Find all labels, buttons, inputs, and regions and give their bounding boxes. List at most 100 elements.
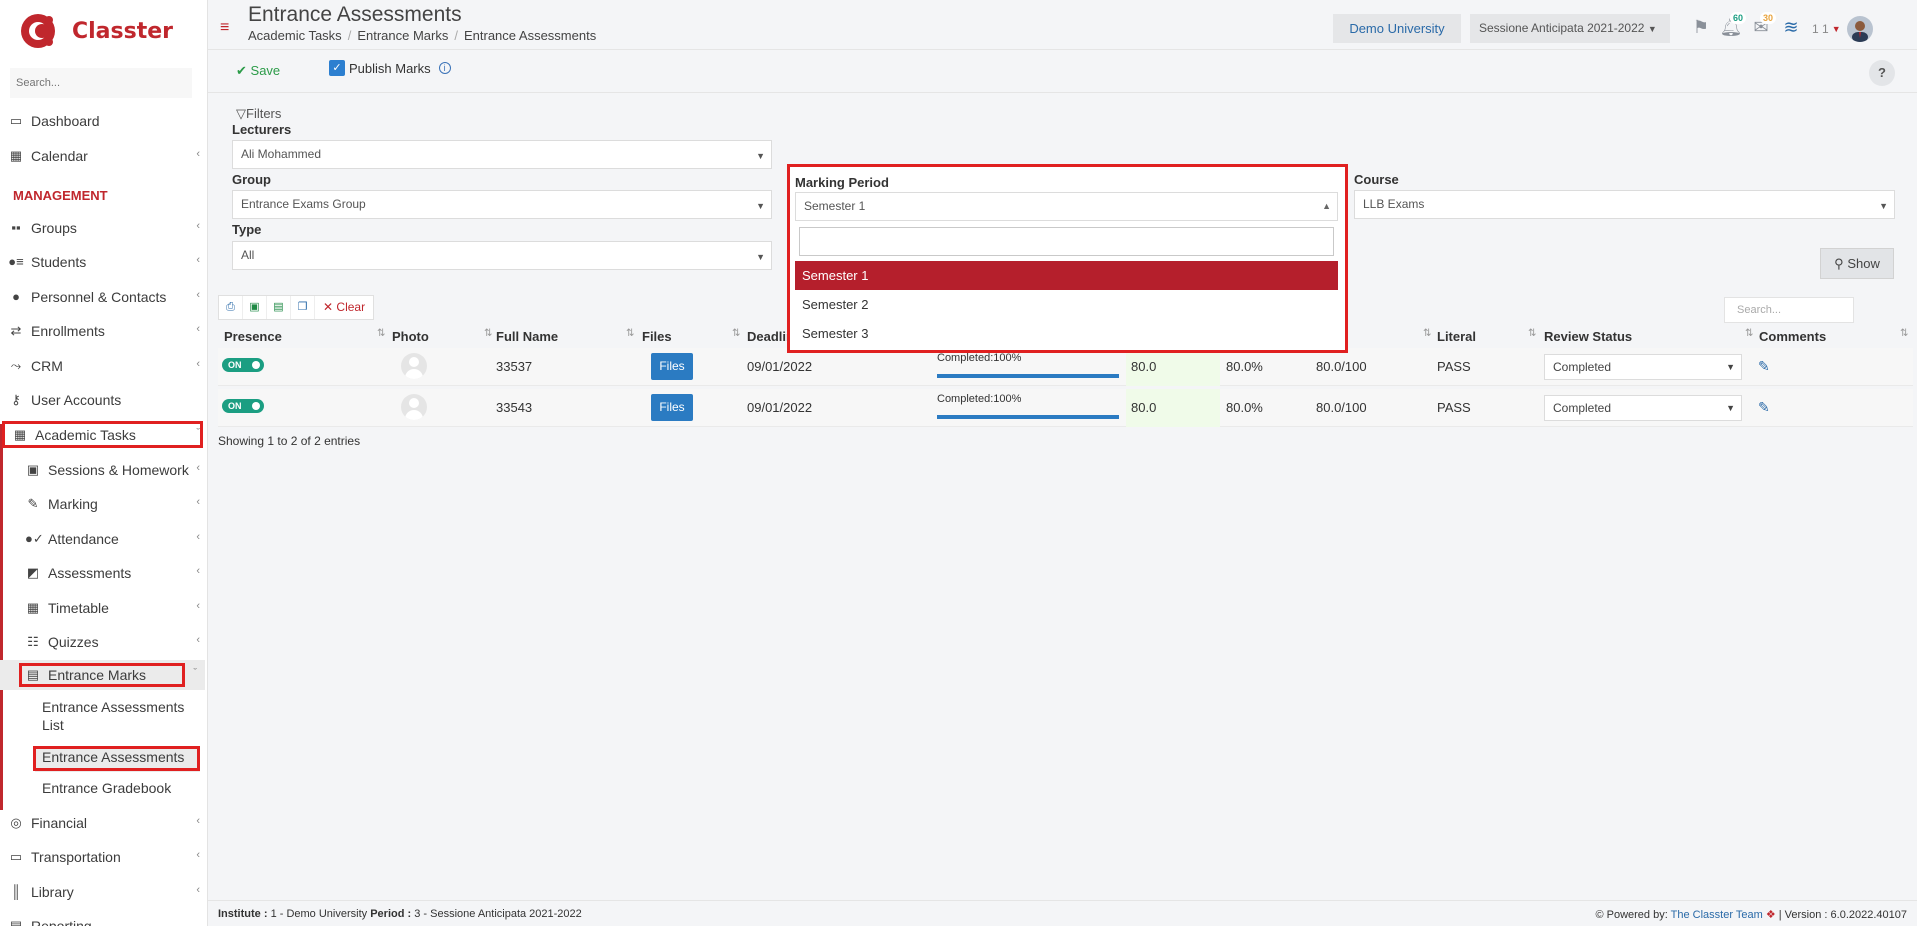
files-button[interactable]: Files — [651, 394, 693, 421]
column-header-photo[interactable]: Photo — [392, 329, 429, 344]
sidebar-item-library[interactable]: ║ Library ‹ — [0, 877, 208, 907]
sort-icon[interactable]: ⇅ — [1900, 328, 1908, 339]
user-avatar[interactable] — [1846, 16, 1873, 42]
sidebar-search-input[interactable] — [10, 68, 192, 98]
marking-period-option[interactable]: Semester 2 — [795, 290, 1338, 319]
sidebar-item-quizzes[interactable]: ☷ Quizzes ‹ — [0, 627, 208, 657]
breadcrumb-item[interactable]: Academic Tasks — [248, 28, 342, 43]
sidebar-item-crm[interactable]: ⤳ CRM ‹ — [0, 351, 208, 381]
column-header-review-status[interactable]: Review Status — [1544, 329, 1632, 344]
sidebar-item-transportation[interactable]: ▭ Transportation ‹ — [0, 842, 208, 872]
sidebar-item-reporting[interactable]: ▤ Reporting — [0, 911, 208, 926]
review-status-select[interactable]: Completed ▼ — [1544, 354, 1742, 380]
sidebar-item-label: Timetable — [48, 600, 109, 616]
sidebar-item-calendar[interactable]: ▦ Calendar ‹ — [0, 141, 208, 171]
column-header-presence[interactable]: Presence — [224, 329, 282, 344]
course-select[interactable]: LLB Exams ▼ — [1354, 190, 1895, 219]
review-status-select[interactable]: Completed ▼ — [1544, 395, 1742, 421]
bell-icon[interactable]: 🔔︎ 60 — [1716, 12, 1746, 41]
publish-marks-checkbox[interactable]: ✓ Publish Marks i — [329, 60, 451, 76]
sidebar-item-marking[interactable]: ✎ Marking ‹ — [0, 489, 208, 519]
highlight-academic-tasks — [2, 421, 203, 448]
sidebar-item-students[interactable]: ●≡ Students ‹ — [0, 247, 208, 277]
filters-toggle[interactable]: ▽Filters — [236, 106, 281, 122]
top-icons: ⚑ 🔔︎ 60 ✉ 30 ≋ 1 1 ▼ — [1686, 12, 1873, 44]
deadline-cell: 09/01/2022 — [747, 400, 813, 415]
presence-toggle[interactable]: ON — [222, 358, 264, 372]
table-toolbar: ⎙ ▣ ▤ ❐ ✕ Clear — [218, 295, 375, 320]
score-cell[interactable]: 80.0 — [1131, 359, 1156, 374]
sort-icon[interactable]: ⇅ — [626, 328, 634, 339]
edit-icon: ✎ — [27, 496, 39, 511]
sidebar-item-personnel[interactable]: ● Personnel & Contacts ‹ — [0, 282, 208, 312]
team-link[interactable]: The Classter Team — [1671, 909, 1763, 921]
user-number[interactable]: 1 1 — [1812, 22, 1829, 36]
breadcrumb-item[interactable]: Entrance Marks — [357, 28, 448, 43]
sidebar-item-attendance[interactable]: ●✓ Attendance ‹ — [0, 524, 208, 554]
sort-icon[interactable]: ⇅ — [377, 328, 385, 339]
course-label: Course — [1354, 172, 1399, 187]
sidebar-item-assessments[interactable]: ◩ Assessments ‹ — [0, 558, 208, 588]
marking-period-option[interactable]: Semester 1 — [795, 261, 1338, 290]
deadline-cell: 09/01/2022 — [747, 359, 813, 374]
sort-icon[interactable]: ⇅ — [732, 328, 740, 339]
session-selector[interactable]: Sessione Anticipata 2021-2022 ▼ — [1470, 14, 1670, 43]
column-header-comments[interactable]: Comments — [1759, 329, 1826, 344]
attendance-icon: ●✓ — [25, 531, 44, 546]
group-select[interactable]: Entrance Exams Group ▼ — [232, 190, 772, 219]
sidebar-item-entrance-gradebook[interactable]: Entrance Gradebook — [42, 779, 171, 797]
files-button[interactable]: Files — [651, 353, 693, 380]
show-button[interactable]: ⚲ Show — [1820, 248, 1894, 279]
envelope-icon[interactable]: ✉ 30 — [1746, 12, 1776, 41]
action-bar: ✔ Save ✓ Publish Marks i ? — [208, 51, 1917, 93]
column-header-literal[interactable]: Literal — [1437, 329, 1476, 344]
help-button[interactable]: ? — [1869, 60, 1895, 86]
sidebar-item-dashboard[interactable]: ▭ Dashboard — [0, 106, 208, 136]
chevron-left-icon: ‹ — [196, 358, 200, 370]
checkbox-checked-icon[interactable]: ✓ — [329, 60, 345, 76]
presence-toggle[interactable]: ON — [222, 399, 264, 413]
score-cell[interactable]: 80.0 — [1131, 400, 1156, 415]
sidebar-item-entrance-assessments-list[interactable]: Entrance Assessments List — [42, 698, 202, 734]
sort-icon[interactable]: ⇅ — [1745, 328, 1753, 339]
sidebar-item-financial[interactable]: ◎ Financial ‹ — [0, 808, 208, 838]
breadcrumb-separator: / — [347, 28, 352, 43]
column-header-full-name[interactable]: Full Name — [496, 329, 558, 344]
page-title: Entrance Assessments — [248, 3, 462, 26]
copy-icon[interactable]: ❐ — [291, 296, 315, 319]
marking-period-search-input[interactable] — [799, 227, 1334, 256]
sort-icon[interactable]: ⇅ — [1423, 328, 1431, 339]
sort-icon[interactable]: ⇅ — [484, 328, 492, 339]
flag-icon[interactable]: ⚑ — [1686, 17, 1716, 41]
print-icon[interactable]: ⎙ — [219, 296, 243, 319]
sidebar-item-sessions-homework[interactable]: ▣ Sessions & Homework ‹ — [0, 455, 208, 485]
marking-period-select[interactable]: Semester 1 ▲ — [795, 192, 1338, 221]
hamburger-menu-icon[interactable]: ≡ — [220, 19, 229, 37]
sort-icon[interactable]: ⇅ — [1528, 328, 1536, 339]
info-icon[interactable]: i — [438, 62, 451, 74]
marking-period-option[interactable]: Semester 3 — [795, 319, 1338, 348]
main-content: ▽Filters Lecturers Ali Mohammed ▼ Group E… — [208, 94, 1917, 900]
sidebar-item-timetable[interactable]: ▦ Timetable ‹ — [0, 593, 208, 623]
university-selector-button[interactable]: Demo University — [1333, 14, 1461, 43]
table-search-input[interactable]: Search... — [1724, 297, 1854, 323]
column-header-files[interactable]: Files — [642, 329, 672, 344]
app-logo[interactable]: Classter — [18, 8, 173, 54]
edit-comment-icon[interactable]: ✎ — [1758, 399, 1770, 416]
lecturers-select[interactable]: Ali Mohammed ▼ — [232, 140, 772, 169]
sidebar-item-user-accounts[interactable]: ⚷ User Accounts — [0, 385, 208, 415]
copyright-icon: © — [1595, 909, 1604, 921]
clear-button[interactable]: ✕ Clear — [315, 296, 373, 319]
layers-icon[interactable]: ≋ — [1776, 17, 1806, 41]
student-photo — [401, 353, 427, 379]
sidebar-item-groups[interactable]: ▪▪ Groups ‹ — [0, 213, 208, 243]
type-label: Type — [232, 222, 262, 237]
save-button[interactable]: ✔ Save — [236, 63, 280, 79]
app-name: Classter — [72, 18, 174, 44]
excel-icon[interactable]: ▣ — [243, 296, 267, 319]
chevron-left-icon: ‹ — [196, 496, 200, 508]
csv-icon[interactable]: ▤ — [267, 296, 291, 319]
edit-comment-icon[interactable]: ✎ — [1758, 358, 1770, 375]
sidebar-item-enrollments[interactable]: ⇄ Enrollments ‹ — [0, 316, 208, 346]
type-select[interactable]: All ▼ — [232, 241, 772, 270]
